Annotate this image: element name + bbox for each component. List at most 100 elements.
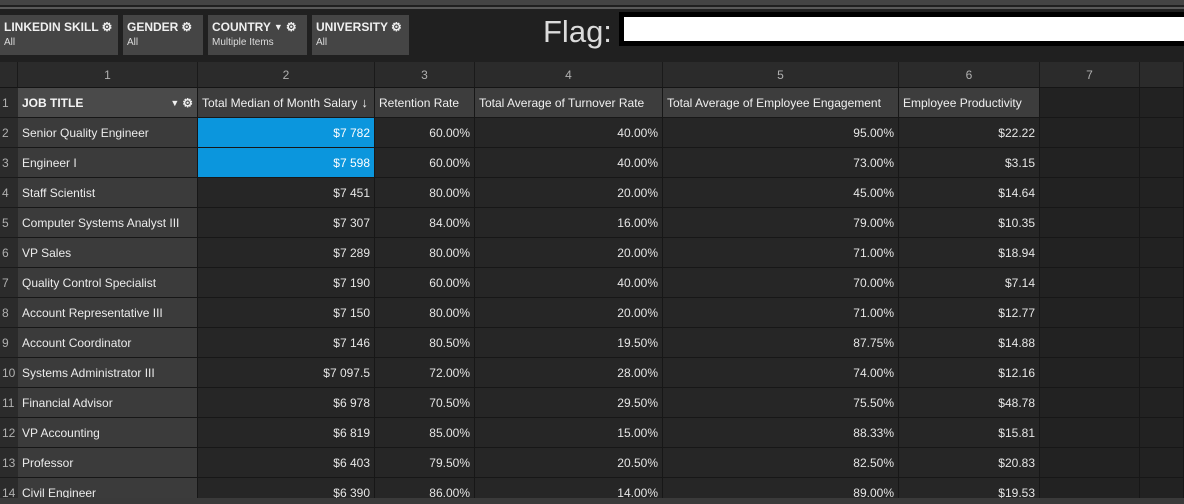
- empty-cell[interactable]: [1040, 418, 1140, 448]
- value-cell[interactable]: $12.77: [899, 298, 1040, 328]
- value-cell[interactable]: $3.15: [899, 148, 1040, 178]
- value-cell[interactable]: 60.00%: [375, 118, 475, 148]
- job-title-cell[interactable]: Account Coordinator: [18, 328, 198, 358]
- gear-icon[interactable]: ⚙: [181, 21, 192, 33]
- value-cell[interactable]: $14.64: [899, 178, 1040, 208]
- row-number[interactable]: 13: [0, 448, 18, 478]
- job-title-cell[interactable]: Professor: [18, 448, 198, 478]
- filter-icon[interactable]: ▼: [274, 21, 283, 33]
- job-title-cell[interactable]: Account Representative III: [18, 298, 198, 328]
- empty-cell[interactable]: [1140, 268, 1184, 298]
- value-cell[interactable]: 87.75%: [663, 328, 899, 358]
- value-cell[interactable]: $20.83: [899, 448, 1040, 478]
- job-title-cell[interactable]: Financial Advisor: [18, 388, 198, 418]
- job-title-cell[interactable]: Systems Administrator III: [18, 358, 198, 388]
- column-number[interactable]: 6: [899, 62, 1040, 88]
- empty-cell[interactable]: [1040, 358, 1140, 388]
- value-cell[interactable]: 60.00%: [375, 148, 475, 178]
- value-cell[interactable]: 79.00%: [663, 208, 899, 238]
- sort-descending-icon[interactable]: ↓: [361, 95, 368, 110]
- column-header[interactable]: Retention Rate: [375, 88, 475, 118]
- value-cell[interactable]: 15.00%: [475, 418, 663, 448]
- value-cell[interactable]: 80.00%: [375, 298, 475, 328]
- empty-cell[interactable]: [1040, 88, 1140, 118]
- value-cell[interactable]: $7 097.5: [198, 358, 375, 388]
- value-cell[interactable]: 80.50%: [375, 328, 475, 358]
- value-cell[interactable]: $7.14: [899, 268, 1040, 298]
- row-number[interactable]: 12: [0, 418, 18, 448]
- value-cell[interactable]: $6 978: [198, 388, 375, 418]
- value-cell[interactable]: $6 819: [198, 418, 375, 448]
- value-cell[interactable]: 70.00%: [663, 268, 899, 298]
- value-cell[interactable]: 20.00%: [475, 178, 663, 208]
- empty-cell[interactable]: [1040, 238, 1140, 268]
- value-cell[interactable]: 40.00%: [475, 118, 663, 148]
- value-cell[interactable]: 80.00%: [375, 178, 475, 208]
- value-cell[interactable]: 20.00%: [475, 298, 663, 328]
- filter-country[interactable]: COUNTRY ▼ ⚙ Multiple Items: [208, 15, 307, 55]
- value-cell[interactable]: 70.50%: [375, 388, 475, 418]
- empty-cell[interactable]: [1040, 148, 1140, 178]
- job-title-header[interactable]: JOB TITLE ▼ ⚙: [18, 88, 198, 118]
- job-title-cell[interactable]: Engineer I: [18, 148, 198, 178]
- value-cell[interactable]: 95.00%: [663, 118, 899, 148]
- value-cell[interactable]: $22.22: [899, 118, 1040, 148]
- empty-cell[interactable]: [1140, 418, 1184, 448]
- job-title-cell[interactable]: Staff Scientist: [18, 178, 198, 208]
- value-cell[interactable]: $7 598: [198, 148, 375, 178]
- gear-icon[interactable]: ⚙: [182, 97, 193, 109]
- empty-cell[interactable]: [1140, 328, 1184, 358]
- value-cell[interactable]: 73.00%: [663, 148, 899, 178]
- value-cell[interactable]: 16.00%: [475, 208, 663, 238]
- value-cell[interactable]: $7 289: [198, 238, 375, 268]
- row-number[interactable]: 10: [0, 358, 18, 388]
- empty-cell[interactable]: [1040, 268, 1140, 298]
- row-number[interactable]: 7: [0, 268, 18, 298]
- row-number[interactable]: 1: [0, 88, 18, 118]
- value-cell[interactable]: 19.50%: [475, 328, 663, 358]
- job-title-cell[interactable]: VP Accounting: [18, 418, 198, 448]
- row-number[interactable]: 8: [0, 298, 18, 328]
- value-cell[interactable]: $7 190: [198, 268, 375, 298]
- column-number[interactable]: 2: [198, 62, 375, 88]
- row-number[interactable]: 5: [0, 208, 18, 238]
- column-number[interactable]: 3: [375, 62, 475, 88]
- value-cell[interactable]: 40.00%: [475, 268, 663, 298]
- value-cell[interactable]: $7 150: [198, 298, 375, 328]
- empty-cell[interactable]: [1140, 118, 1184, 148]
- empty-cell[interactable]: [1140, 448, 1184, 478]
- value-cell[interactable]: 71.00%: [663, 298, 899, 328]
- column-header[interactable]: Employee Productivity: [899, 88, 1040, 118]
- value-cell[interactable]: $15.81: [899, 418, 1040, 448]
- value-cell[interactable]: 20.00%: [475, 238, 663, 268]
- empty-cell[interactable]: [1140, 238, 1184, 268]
- column-number[interactable]: 1: [18, 62, 198, 88]
- value-cell[interactable]: 40.00%: [475, 148, 663, 178]
- empty-cell[interactable]: [1040, 448, 1140, 478]
- column-number[interactable]: 4: [475, 62, 663, 88]
- row-number[interactable]: 6: [0, 238, 18, 268]
- value-cell[interactable]: 75.50%: [663, 388, 899, 418]
- value-cell[interactable]: $6 403: [198, 448, 375, 478]
- empty-cell[interactable]: [1040, 388, 1140, 418]
- job-title-cell[interactable]: Senior Quality Engineer: [18, 118, 198, 148]
- row-number[interactable]: 9: [0, 328, 18, 358]
- column-number[interactable]: 7: [1040, 62, 1140, 88]
- empty-cell[interactable]: [1140, 388, 1184, 418]
- job-title-cell[interactable]: Quality Control Specialist: [18, 268, 198, 298]
- value-cell[interactable]: $48.78: [899, 388, 1040, 418]
- value-cell[interactable]: $12.16: [899, 358, 1040, 388]
- filter-linkedin-skill[interactable]: LINKEDIN SKILL ⚙ All: [0, 15, 118, 55]
- value-cell[interactable]: $10.35: [899, 208, 1040, 238]
- column-header[interactable]: Total Average of Employee Engagement: [663, 88, 899, 118]
- empty-cell[interactable]: [1140, 208, 1184, 238]
- value-cell[interactable]: 60.00%: [375, 268, 475, 298]
- value-cell[interactable]: $7 307: [198, 208, 375, 238]
- value-cell[interactable]: 71.00%: [663, 238, 899, 268]
- gear-icon[interactable]: ⚙: [286, 21, 297, 33]
- value-cell[interactable]: 45.00%: [663, 178, 899, 208]
- empty-cell[interactable]: [1140, 178, 1184, 208]
- value-cell[interactable]: 82.50%: [663, 448, 899, 478]
- empty-cell[interactable]: [1040, 298, 1140, 328]
- value-cell[interactable]: 20.50%: [475, 448, 663, 478]
